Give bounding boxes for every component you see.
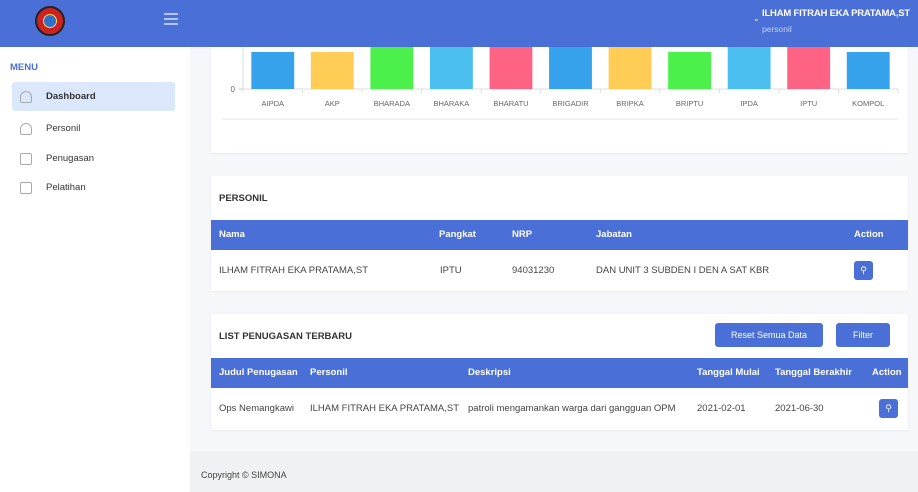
penugasan-card: LIST PENUGASAN TERBARU Reset Semua Data … — [211, 314, 908, 430]
x-tick-label: BRIGADIR — [552, 99, 589, 108]
menu-title: MENU — [10, 62, 38, 73]
rocket-icon — [20, 90, 32, 103]
sidebar-item-penugasan[interactable]: Penugasan — [12, 144, 175, 173]
col-action: Action — [872, 367, 902, 378]
col-jabatan: Jabatan — [596, 229, 632, 240]
view-penugasan-button[interactable]: ⚲ — [879, 399, 898, 418]
penugasan-table-header: Judul Penugasan Personil Deskripsi Tangg… — [211, 358, 908, 388]
bar-bharada — [370, 47, 414, 89]
bar-ipda — [727, 47, 771, 89]
col-nrp: NRP — [512, 229, 533, 240]
col-personil: Personil — [310, 367, 348, 378]
bar-bharatu — [489, 47, 533, 89]
x-tick-label: AKP — [325, 99, 340, 108]
col-action: Action — [854, 229, 884, 240]
user-role: personil — [762, 24, 792, 34]
user-menu[interactable]: ILHAM FITRAH EKA PRATAMA,ST personil — [762, 8, 910, 34]
bar-briptu — [668, 52, 712, 89]
cell-nrp: 94031230 — [512, 265, 555, 276]
reset-all-button[interactable]: Reset Semua Data — [715, 323, 823, 347]
rank-bar-chart: 02AIPDAAKPBHARADABHARAKABHARATUBRIGADIRB… — [221, 47, 899, 120]
sidebar-item-personil[interactable]: Personil — [12, 114, 175, 143]
penugasan-title: LIST PENUGASAN TERBARU — [219, 331, 353, 342]
cell-judul: Ops Nemangkawi — [219, 403, 294, 414]
sidebar-item-label: Dashboard — [46, 91, 96, 102]
x-tick-label: KOMPOL — [852, 99, 884, 108]
col-deskripsi: Deskripsi — [468, 367, 511, 378]
search-icon: ⚲ — [885, 403, 892, 413]
bar-akp — [310, 52, 354, 89]
filter-button[interactable]: Filter — [836, 323, 890, 347]
bar-iptu — [787, 47, 831, 89]
cell-tanggal-mulai: 2021-02-01 — [697, 403, 746, 414]
personil-table-header: Nama Pangkat NRP Jabatan Action — [211, 220, 908, 250]
bar-bripka — [608, 47, 652, 89]
x-tick-label: BRIPKA — [616, 99, 644, 108]
sidebar-item-label: Personil — [46, 123, 81, 134]
cell-nama: ILHAM FITRAH EKA PRATAMA,ST — [219, 265, 369, 276]
users-icon — [20, 122, 32, 135]
x-tick-label: BRIPTU — [676, 99, 704, 108]
logo-icon[interactable] — [35, 6, 65, 36]
rank-chart-card: 02AIPDAAKPBHARADABHARAKABHARATUBRIGADIRB… — [211, 47, 908, 153]
col-judul: Judul Penugasan — [219, 367, 298, 378]
top-navbar: ⌄ ILHAM FITRAH EKA PRATAMA,ST personil — [0, 0, 918, 47]
cell-personil: ILHAM FITRAH EKA PRATAMA,ST — [310, 403, 460, 414]
table-row: Ops Nemangkawi ILHAM FITRAH EKA PRATAMA,… — [211, 388, 908, 429]
x-tick-label: BHARAKA — [433, 99, 469, 108]
chevron-down-icon[interactable]: ⌄ — [753, 14, 760, 23]
y-tick-label: 0 — [231, 85, 236, 94]
sidebar-item-label: Pelatihan — [46, 182, 86, 193]
cell-deskripsi: patroli mengamankan warga dari gangguan … — [468, 403, 676, 414]
col-nama: Nama — [219, 229, 245, 240]
copyright-text: Copyright © SIMONA — [201, 470, 287, 480]
x-tick-label: BHARATU — [493, 99, 528, 108]
view-personil-button[interactable]: ⚲ — [854, 261, 873, 280]
x-tick-label: BHARADA — [374, 99, 410, 108]
clipboard-icon — [20, 181, 32, 194]
cell-jabatan: DAN UNIT 3 SUBDEN I DEN A SAT KBR — [596, 265, 770, 276]
bar-bharaka — [429, 47, 473, 89]
x-tick-label: IPTU — [800, 99, 817, 108]
x-tick-label: IPDA — [740, 99, 758, 108]
bar-brigadir — [549, 47, 592, 89]
brand-area — [0, 0, 190, 47]
clipboard-icon — [20, 152, 32, 165]
sidebar-item-label: Penugasan — [46, 153, 95, 164]
sidebar-item-pelatihan[interactable]: Pelatihan — [12, 173, 175, 202]
cell-tanggal-berakhir: 2021-06-30 — [775, 403, 824, 414]
personil-card: PERSONIL Nama Pangkat NRP Jabatan Action… — [211, 176, 908, 291]
bar-kompol — [846, 52, 890, 89]
sidebar: MENU Dashboard Personil Penugasan Pelati… — [0, 47, 190, 492]
sidebar-item-dashboard[interactable]: Dashboard — [12, 82, 175, 111]
hamburger-menu-icon[interactable] — [164, 13, 178, 28]
x-tick-label: AIPDA — [262, 99, 285, 108]
col-tanggal-berakhir: Tanggal Berakhir — [775, 367, 852, 378]
user-name: ILHAM FITRAH EKA PRATAMA,ST — [762, 8, 910, 19]
table-row: ILHAM FITRAH EKA PRATAMA,ST IPTU 9403123… — [211, 250, 908, 291]
search-icon: ⚲ — [860, 265, 867, 275]
footer: Copyright © SIMONA — [190, 451, 918, 492]
cell-pangkat: IPTU — [440, 265, 462, 276]
personil-title: PERSONIL — [219, 193, 268, 204]
col-tanggal-mulai: Tanggal Mulai — [697, 367, 760, 378]
col-pangkat: Pangkat — [439, 229, 476, 240]
bar-aipda — [251, 52, 295, 89]
